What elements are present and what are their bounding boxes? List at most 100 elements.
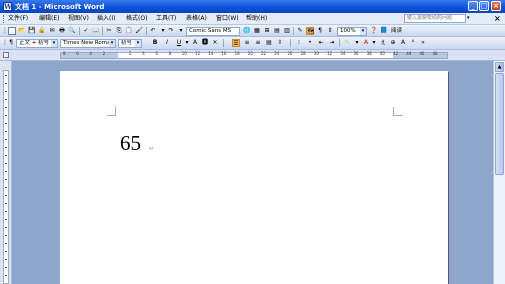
toolbar-grip-icon[interactable]: ⋮ <box>2 39 8 47</box>
redo-icon[interactable]: ↷ <box>167 27 175 35</box>
ruler-number: 22 <box>261 51 267 56</box>
scroll-up-button[interactable]: ▲ <box>495 62 504 72</box>
minimize-button[interactable]: _ <box>468 1 478 11</box>
vertical-scrollbar[interactable]: ▲ <box>493 61 505 284</box>
read-mode-button[interactable]: 阅读 <box>391 27 402 35</box>
underline-dropdown-icon[interactable]: ▾ <box>183 39 191 47</box>
vertical-ruler-tick <box>5 267 7 268</box>
scroll-thumb[interactable] <box>495 73 504 175</box>
bullets-icon[interactable]: • <box>306 39 314 47</box>
highlight-icon[interactable]: ✎ <box>343 39 351 47</box>
undo-icon[interactable]: ↶ <box>149 27 157 35</box>
ruler-band[interactable] <box>60 52 448 59</box>
save-icon[interactable]: 💾 <box>28 27 36 35</box>
cut-icon[interactable]: ✂ <box>105 27 113 35</box>
styles-icon[interactable]: ¶ <box>7 39 15 47</box>
new-document-icon[interactable] <box>8 27 16 35</box>
line-spacing-icon[interactable]: ⇳ <box>276 39 284 47</box>
menu-grip-icon[interactable] <box>3 15 6 23</box>
ruler-number: 30 <box>313 51 319 56</box>
redo-dropdown-icon[interactable]: ▾ <box>177 27 185 35</box>
numbering-icon[interactable]: ⁝ <box>295 39 303 47</box>
hyperlink-icon[interactable]: 🌐 <box>243 27 251 35</box>
justify-icon[interactable]: ▤ <box>265 39 273 47</box>
vertical-ruler-tick <box>5 195 7 196</box>
char-scale-icon[interactable]: ✕ <box>211 39 219 47</box>
maximize-button[interactable]: □ <box>479 1 489 11</box>
drawing-icon[interactable]: ✎ <box>296 27 304 35</box>
menu-window[interactable]: 窗口(W) <box>216 15 239 23</box>
zoom-combo[interactable]: 100% ▾ <box>337 27 367 36</box>
document-workspace[interactable]: 65 ↵ <box>12 61 493 284</box>
tables-borders-icon[interactable]: ▦ <box>253 27 261 35</box>
copy-icon[interactable]: ⎘ <box>115 27 123 35</box>
phonetic-guide-icon[interactable]: ぇ <box>379 39 387 47</box>
enclose-char-icon[interactable]: ⊕ <box>389 39 397 47</box>
minimize-icon: _ <box>471 2 475 10</box>
align-right-icon[interactable]: ≡ <box>254 39 262 47</box>
close-button[interactable]: × <box>491 1 501 11</box>
title-bar[interactable]: W 文档 1 - Microsoft Word _ □ × <box>0 0 505 13</box>
columns-icon[interactable]: ▥ <box>283 27 291 35</box>
align-center-icon[interactable]: ≡ <box>243 39 251 47</box>
menu-help[interactable]: 帮助(H) <box>246 15 267 23</box>
menu-view[interactable]: 视图(V) <box>68 15 89 23</box>
help-icon[interactable]: ❓ <box>370 27 378 35</box>
underline-button[interactable]: U <box>175 39 183 47</box>
format-painter-icon[interactable]: 🖌 <box>135 27 143 35</box>
font-name-combo[interactable]: Comic Sans MS <box>186 27 240 36</box>
research-icon[interactable]: 📖 <box>92 27 100 35</box>
toolbar-options-icon[interactable]: » <box>419 39 427 47</box>
insert-table-icon[interactable]: ⊞ <box>263 27 271 35</box>
show-hide-icon[interactable]: ¶ <box>316 27 324 35</box>
toolbar-grip-icon[interactable]: ⋮ <box>2 27 8 35</box>
read-mode-icon[interactable]: 📘 <box>380 27 388 35</box>
grow-font-icon[interactable]: A <box>399 39 407 47</box>
highlight-dropdown-icon[interactable]: ▾ <box>353 39 361 47</box>
crop-mark-top-right <box>393 107 402 116</box>
menu-tools[interactable]: 工具(T) <box>156 15 176 23</box>
tab-selector-icon[interactable] <box>3 52 9 58</box>
menu-table[interactable]: 表格(A) <box>186 15 207 23</box>
horizontal-ruler[interactable]: 8 6 4 2 2 4 6 8 10 12 14 16 18 20 22 24 26 28 30 32 34 36 38 40… <box>0 50 505 61</box>
shrink-font-icon[interactable]: ᴬ <box>409 39 417 47</box>
menu-file[interactable]: 文件(F) <box>8 15 28 23</box>
document-page[interactable]: 65 ↵ <box>60 71 448 284</box>
paste-icon[interactable]: 📋 <box>125 27 133 35</box>
open-icon[interactable]: 📂 <box>18 27 26 35</box>
print-preview-icon[interactable]: 🔍 <box>68 27 76 35</box>
align-left-icon[interactable]: ☰ <box>232 39 240 47</box>
vertical-ruler-tick <box>5 251 7 252</box>
increase-indent-icon[interactable]: ⇥ <box>328 39 336 47</box>
font-size-combo[interactable]: 初号 ▾ <box>118 39 142 48</box>
menu-format[interactable]: 格式(O) <box>126 15 147 23</box>
decrease-indent-icon[interactable]: ⇤ <box>317 39 325 47</box>
bold-button[interactable]: B <box>151 39 159 47</box>
font-color-button[interactable]: A <box>362 39 370 47</box>
char-shading-icon[interactable]: 🅰 <box>201 39 209 47</box>
document-close-button[interactable]: × <box>494 14 501 23</box>
permission-icon[interactable]: 🔒 <box>38 27 46 35</box>
char-border-button[interactable]: A <box>191 39 199 47</box>
menu-edit[interactable]: 编辑(E) <box>39 15 59 23</box>
print-icon[interactable]: 🖶 <box>58 27 66 35</box>
word-app-icon[interactable]: W <box>3 2 12 11</box>
help-question-input[interactable]: 键入需要帮助的问题 <box>404 14 466 23</box>
font-combo[interactable]: Times New Roman ▾ <box>60 39 116 48</box>
spelling-icon[interactable]: ✓ <box>82 27 90 35</box>
insert-excel-icon[interactable]: ▤ <box>273 27 281 35</box>
vertical-ruler[interactable] <box>0 61 12 284</box>
font-color-dropdown-icon[interactable]: ▾ <box>370 39 378 47</box>
style-combo[interactable]: 正文 + 初号 ▾ <box>16 39 58 48</box>
italic-button[interactable]: I <box>163 39 171 47</box>
document-map-icon[interactable]: 🗺 <box>306 27 315 35</box>
ruler-number: 8 <box>63 51 66 56</box>
vertical-ruler-tick <box>5 227 7 228</box>
help-dropdown-icon[interactable]: ▾ <box>467 15 470 21</box>
document-text[interactable]: 65 <box>120 131 141 155</box>
ruler-toggle-icon[interactable]: ⇕ <box>326 27 334 35</box>
undo-dropdown-icon[interactable]: ▾ <box>159 27 167 35</box>
ruler-number: 46 <box>419 51 425 56</box>
menu-insert[interactable]: 插入(I) <box>97 15 115 23</box>
email-icon[interactable]: ✉ <box>48 27 56 35</box>
